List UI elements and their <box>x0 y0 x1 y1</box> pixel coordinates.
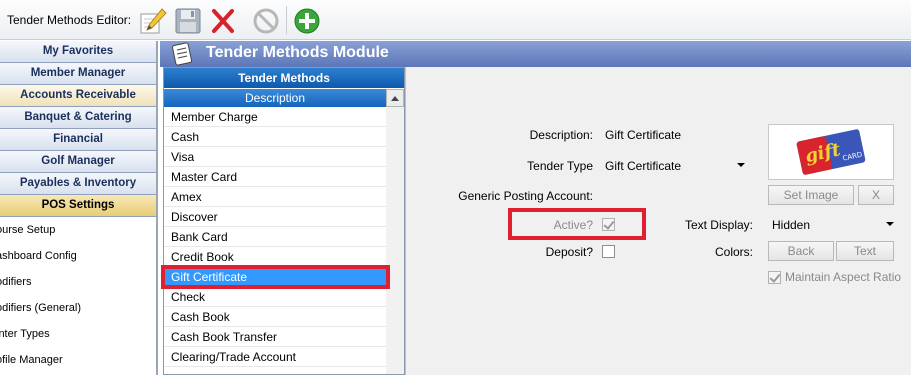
list-item[interactable]: Cash Book Transfer <box>164 327 386 347</box>
list-item[interactable]: Bank Card <box>164 227 386 247</box>
list-item[interactable]: Cash Book <box>164 307 386 327</box>
description-value[interactable]: Gift Certificate <box>605 128 681 142</box>
nav-item-modifiers[interactable]: odifiers <box>0 269 156 295</box>
deposit-label: Deposit? <box>545 245 593 259</box>
tender-type-dropdown[interactable]: Gift Certificate <box>605 159 745 173</box>
maintain-aspect-label: Maintain Aspect Ratio <box>785 270 902 284</box>
nav-golf-manager[interactable]: Golf Manager <box>0 151 156 173</box>
toolbar-separator <box>286 6 287 34</box>
nav-item-profile-manager[interactable]: ofile Manager <box>0 347 156 373</box>
nav-member-manager[interactable]: Member Manager <box>0 63 156 85</box>
scroll-up-button[interactable] <box>386 89 404 107</box>
list-item[interactable]: Clearing/Trade Account <box>164 347 386 367</box>
list-item[interactable]: Check <box>164 287 386 307</box>
save-button[interactable] <box>172 5 204 37</box>
active-label: Active? <box>553 218 593 232</box>
generic-posting-account-label: Generic Posting Account: <box>458 189 593 203</box>
nav-my-favorites[interactable]: My Favorites <box>0 41 156 63</box>
gift-card-image: gift CARD <box>768 124 894 180</box>
list-item[interactable]: Master Card <box>164 167 386 187</box>
list-item-selected[interactable]: Gift Certificate <box>164 267 386 287</box>
text-color-button[interactable]: Text <box>836 241 894 261</box>
list-item[interactable]: Amex <box>164 187 386 207</box>
nav-accounts-receivable[interactable]: Accounts Receivable <box>0 85 156 107</box>
deposit-checkbox[interactable] <box>602 245 615 258</box>
text-display-dropdown[interactable]: Hidden <box>772 218 894 232</box>
text-display-value: Hidden <box>772 218 811 232</box>
active-checkbox[interactable] <box>602 218 615 231</box>
delete-button[interactable] <box>207 5 239 37</box>
list-item[interactable]: Cash <box>164 127 386 147</box>
clear-image-button[interactable]: X <box>858 185 894 205</box>
list-title: Tender Methods <box>164 68 404 89</box>
no-entry-icon <box>253 8 279 34</box>
list-item[interactable]: Discover <box>164 207 386 227</box>
left-navigation: My Favorites Member Manager Accounts Rec… <box>0 41 158 375</box>
green-plus-icon <box>294 8 320 34</box>
nav-item-course-setup[interactable]: ourse Setup <box>0 217 156 243</box>
colors-label: Colors: <box>714 245 753 259</box>
list-item[interactable]: Credit Book <box>164 247 386 267</box>
set-image-button[interactable]: Set Image <box>768 185 854 205</box>
tender-methods-list: Tender Methods Description Member Charge… <box>163 67 405 375</box>
scroll-up-arrow-icon <box>391 95 399 101</box>
nav-item-dashboard-config[interactable]: ashboard Config <box>0 243 156 269</box>
toolbar-title: Tender Methods Editor: <box>7 13 132 27</box>
dropdown-arrow-icon <box>886 222 894 226</box>
nav-financial[interactable]: Financial <box>0 129 156 151</box>
red-x-icon <box>212 9 234 33</box>
module-notepad-icon <box>170 42 194 69</box>
cancel-button[interactable] <box>250 5 282 37</box>
maintain-aspect-checkbox[interactable] <box>768 271 781 284</box>
scrollbar-track[interactable] <box>386 107 404 374</box>
gift-card-icon: gift CARD <box>796 129 866 175</box>
list-body: Member Charge Cash Visa Master Card Amex… <box>164 107 386 367</box>
detail-panel: Description: Gift Certificate Tender Typ… <box>405 67 911 375</box>
nav-payables-inventory[interactable]: Payables & Inventory <box>0 173 156 195</box>
list-item[interactable]: Visa <box>164 147 386 167</box>
text-display-label: Text Display: <box>684 218 753 232</box>
floppy-disk-icon <box>175 8 201 34</box>
column-header-description[interactable]: Description <box>164 89 386 107</box>
module-header: Tender Methods Module <box>160 41 911 67</box>
nav-item-modifiers-general[interactable]: odifiers (General) <box>0 295 156 321</box>
back-color-button[interactable]: Back <box>768 241 834 261</box>
add-button[interactable] <box>291 5 323 37</box>
toolbar: Tender Methods Editor: <box>0 0 911 40</box>
nav-pos-settings[interactable]: POS Settings <box>0 195 156 217</box>
tender-type-value: Gift Certificate <box>605 159 682 173</box>
module-title: Tender Methods Module <box>206 44 389 61</box>
edit-button[interactable] <box>137 5 169 37</box>
pencil-icon <box>140 8 167 34</box>
dropdown-arrow-icon <box>737 163 745 167</box>
description-label: Description: <box>529 128 593 142</box>
tender-type-label: Tender Type <box>527 159 593 173</box>
nav-banquet-catering[interactable]: Banquet & Catering <box>0 107 156 129</box>
nav-item-printer-types[interactable]: inter Types <box>0 321 156 347</box>
list-item[interactable]: Member Charge <box>164 107 386 127</box>
